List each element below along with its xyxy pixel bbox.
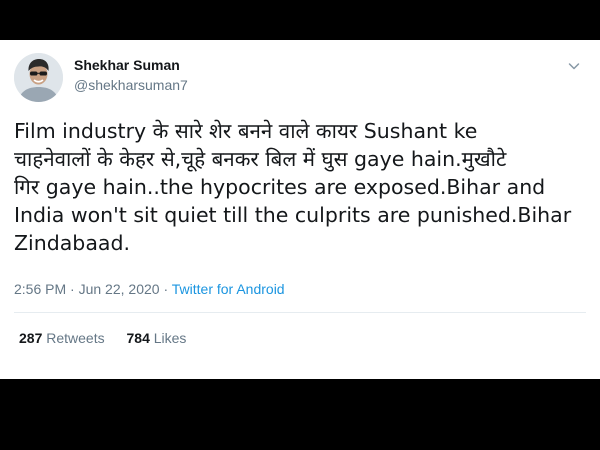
- author-handle[interactable]: @shekharsuman7: [74, 77, 188, 93]
- chevron-down-icon: [568, 63, 580, 70]
- avatar[interactable]: [14, 53, 63, 102]
- tweet-text-line: Zindabaad.: [14, 231, 130, 255]
- meta-separator: ·: [163, 281, 169, 297]
- tweet-date[interactable]: Jun 22, 2020: [79, 281, 160, 297]
- likes-stat[interactable]: 784 Likes: [127, 330, 187, 346]
- tweet-text-line: Film industry के सारे शेर बनने वाले कायर…: [14, 119, 478, 143]
- tweet-card: Shekhar Suman @shekharsuman7 Film indust…: [0, 40, 600, 379]
- retweets-count: 287: [19, 330, 43, 346]
- tweet-text-line: गिर gaye hain..the hypocrites are expose…: [14, 175, 546, 199]
- likes-count: 784: [126, 330, 150, 346]
- tweet-source-link[interactable]: Twitter for Android: [172, 281, 285, 297]
- screenshot-frame: Shekhar Suman @shekharsuman7 Film indust…: [0, 0, 600, 450]
- meta-separator: ·: [70, 281, 75, 297]
- tweet-text: Film industry के सारे शेर बनने वाले कायर…: [14, 117, 586, 257]
- retweets-label: Retweets: [46, 330, 105, 346]
- tweet-stats: 287 Retweets 784 Likes: [19, 330, 186, 346]
- tweet-text-line: चाहनेवालों के केहर से,चूहे बनकर बिल में …: [14, 147, 507, 171]
- author-name[interactable]: Shekhar Suman: [74, 57, 180, 73]
- retweets-stat[interactable]: 287 Retweets: [19, 330, 109, 346]
- tweet-time[interactable]: 2:56 PM: [14, 281, 66, 297]
- tweet-meta: 2:56 PM · Jun 22, 2020 · Twitter for And…: [14, 281, 285, 297]
- divider: [14, 312, 586, 313]
- avatar-photo-icon: [14, 53, 63, 102]
- tweet-text-line: India won't sit quiet till the culprits …: [14, 203, 572, 227]
- tweet-menu-button[interactable]: [562, 54, 586, 78]
- likes-label: Likes: [153, 330, 187, 346]
